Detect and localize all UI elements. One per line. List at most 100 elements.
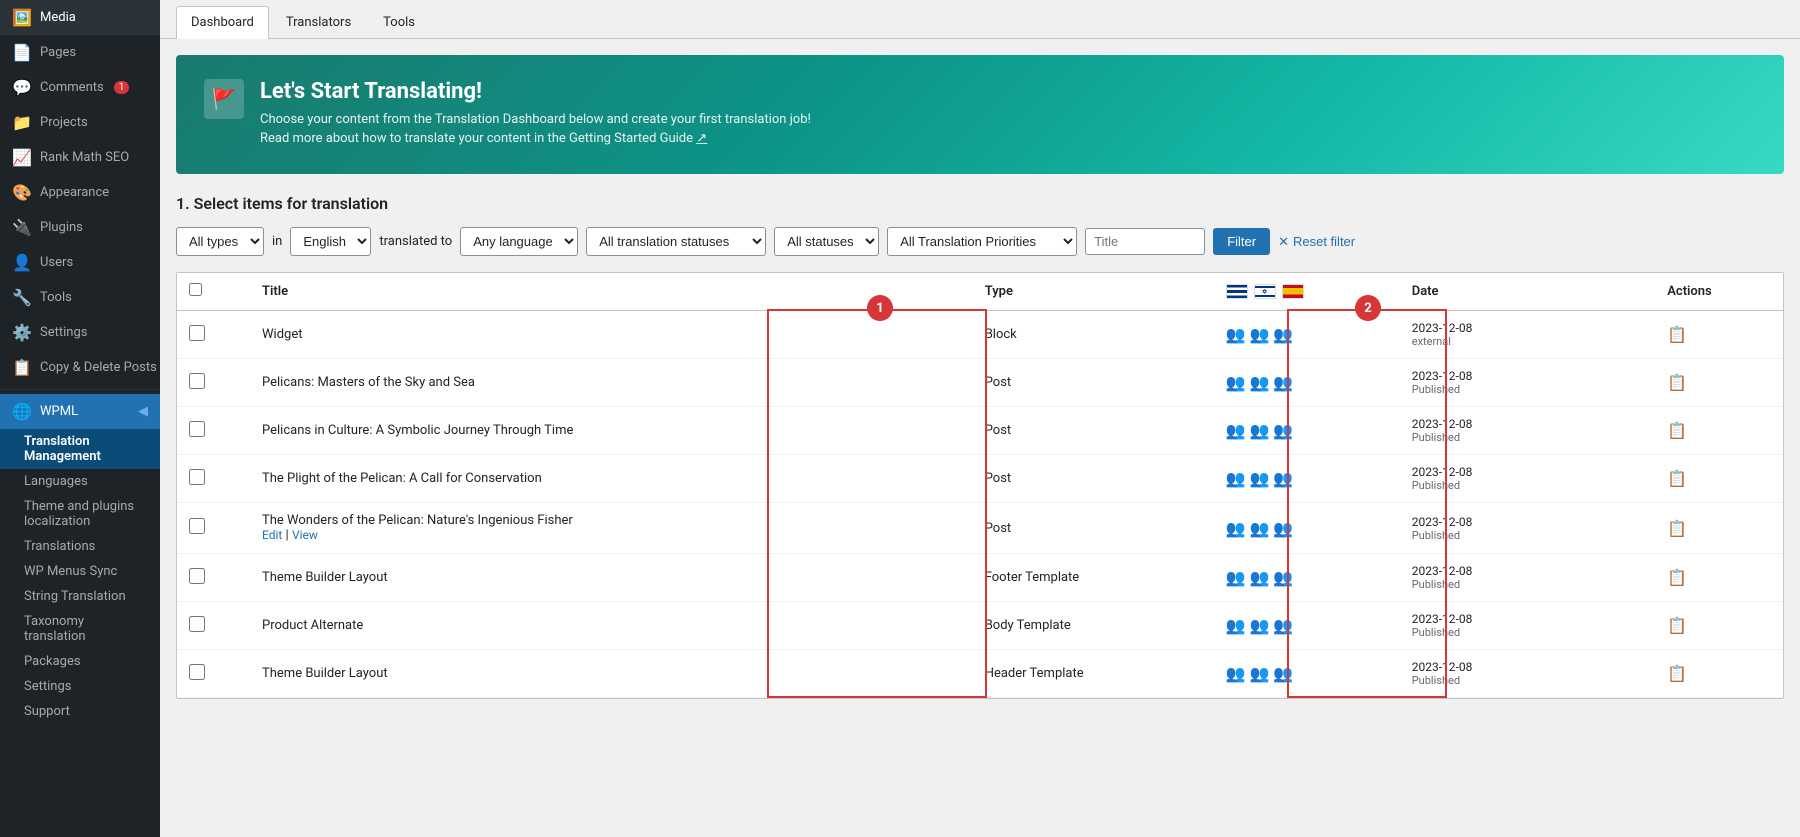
sidebar-item-tools[interactable]: 🔧 Tools xyxy=(0,280,160,315)
sidebar-sub-translations[interactable]: Translations xyxy=(0,534,160,559)
sidebar-item-appearance[interactable]: 🎨 Appearance xyxy=(0,175,160,210)
row-checkbox-4[interactable] xyxy=(189,518,205,534)
row-action-icon[interactable]: 📋 xyxy=(1667,519,1687,538)
tab-dashboard[interactable]: Dashboard xyxy=(176,6,269,39)
row-date: 2023-12-08 xyxy=(1412,465,1644,479)
translate-icon-he[interactable]: 👥 xyxy=(1250,325,1270,344)
row-action-icon[interactable]: 📋 xyxy=(1667,616,1687,635)
sidebar-item-pages[interactable]: 📄 Pages xyxy=(0,35,160,70)
sidebar-sub-languages[interactable]: Languages xyxy=(0,469,160,494)
row-checkbox-cell xyxy=(177,359,250,407)
banner-title: Let's Start Translating! xyxy=(260,79,811,104)
filter-any-language-select[interactable]: Any language xyxy=(460,227,578,256)
translate-icon-el[interactable]: 👥 xyxy=(1226,664,1246,683)
translate-icon-es[interactable]: 👥 xyxy=(1273,664,1293,683)
translate-icon-he[interactable]: 👥 xyxy=(1250,616,1270,635)
row-action-icon[interactable]: 📋 xyxy=(1667,469,1687,488)
sidebar-sub-support[interactable]: Support xyxy=(0,699,160,724)
translate-icon-el[interactable]: 👥 xyxy=(1226,421,1246,440)
sidebar-item-plugins[interactable]: 🔌 Plugins xyxy=(0,210,160,245)
translate-icon-es[interactable]: 👥 xyxy=(1273,373,1293,392)
row-actions-cell: 📋 xyxy=(1655,503,1783,554)
row-checkbox-7[interactable] xyxy=(189,664,205,680)
select-all-checkbox[interactable] xyxy=(189,283,202,296)
translate-icon-es[interactable]: 👥 xyxy=(1273,616,1293,635)
sidebar-item-media[interactable]: 🖼️ Media xyxy=(0,0,160,35)
reset-filter-button[interactable]: ✕ Reset filter xyxy=(1278,234,1355,250)
row-action-icon[interactable]: 📋 xyxy=(1667,421,1687,440)
translate-icon-he[interactable]: 👥 xyxy=(1250,664,1270,683)
row-date-cell: 2023-12-08 Published xyxy=(1400,554,1656,602)
sidebar-item-settings[interactable]: ⚙️ Settings xyxy=(0,315,160,350)
sidebar-sub-packages[interactable]: Packages xyxy=(0,649,160,674)
translate-icon-he[interactable]: 👥 xyxy=(1250,421,1270,440)
row-action-icon[interactable]: 📋 xyxy=(1667,568,1687,587)
row-status: Published xyxy=(1412,626,1644,639)
banner-link[interactable]: ↗ xyxy=(696,131,707,146)
translate-icon-es[interactable]: 👥 xyxy=(1273,519,1293,538)
row-checkbox-5[interactable] xyxy=(189,568,205,584)
row-checkbox-6[interactable] xyxy=(189,616,205,632)
row-checkbox-1[interactable] xyxy=(189,373,205,389)
sidebar-label-settings: Settings xyxy=(40,325,87,340)
filter-types-select[interactable]: All types xyxy=(176,227,264,256)
tab-tools[interactable]: Tools xyxy=(368,6,430,38)
row-action-icon[interactable]: 📋 xyxy=(1667,664,1687,683)
sidebar-item-comments[interactable]: 💬 Comments 1 xyxy=(0,70,160,105)
translate-icon-he[interactable]: 👥 xyxy=(1250,373,1270,392)
sidebar-label-plugins: Plugins xyxy=(40,220,83,235)
wpml-icon: 🌐 xyxy=(12,402,32,421)
filter-bar: All types in English translated to Any l… xyxy=(176,227,1784,256)
translate-icon-he[interactable]: 👥 xyxy=(1250,469,1270,488)
filter-translation-statuses-select[interactable]: All translation statuses xyxy=(586,227,766,256)
filter-language-select[interactable]: English xyxy=(290,227,371,256)
row-checkbox-3[interactable] xyxy=(189,469,205,485)
tab-translators[interactable]: Translators xyxy=(271,6,366,38)
filter-title-input[interactable] xyxy=(1085,228,1205,255)
translate-icon-el[interactable]: 👥 xyxy=(1226,469,1246,488)
row-title: Product Alternate xyxy=(262,618,363,633)
translate-icon-es[interactable]: 👥 xyxy=(1273,325,1293,344)
translate-icon-es[interactable]: 👥 xyxy=(1273,469,1293,488)
flag-el-header xyxy=(1226,284,1248,299)
view-link[interactable]: View xyxy=(292,528,318,542)
filter-button[interactable]: Filter xyxy=(1213,228,1270,255)
row-action-icon[interactable]: 📋 xyxy=(1667,325,1687,344)
translate-icon-he[interactable]: 👥 xyxy=(1250,519,1270,538)
filter-priorities-select[interactable]: All Translation Priorities xyxy=(887,227,1077,256)
row-status: Published xyxy=(1412,479,1644,492)
sidebar-item-rank-math-seo[interactable]: 📈 Rank Math SEO xyxy=(0,140,160,175)
translate-icon-el[interactable]: 👥 xyxy=(1226,568,1246,587)
sidebar-item-wpml[interactable]: 🌐 WPML ◀ xyxy=(0,394,160,429)
row-status: Published xyxy=(1412,529,1644,542)
translate-icon-el[interactable]: 👥 xyxy=(1226,325,1246,344)
row-checkbox-2[interactable] xyxy=(189,421,205,437)
sidebar-sub-settings-wpml[interactable]: Settings xyxy=(0,674,160,699)
sidebar-item-projects[interactable]: 📁 Projects xyxy=(0,105,160,140)
sidebar-sub-translation-management[interactable]: Translation Management xyxy=(0,429,160,469)
content-area: 🚩 Let's Start Translating! Choose your c… xyxy=(160,39,1800,837)
filter-statuses-select[interactable]: All statuses xyxy=(774,227,879,256)
settings-icon: ⚙️ xyxy=(12,323,32,342)
translate-icon-el[interactable]: 👥 xyxy=(1226,373,1246,392)
translate-icon-el[interactable]: 👥 xyxy=(1226,616,1246,635)
sidebar-item-copy-delete[interactable]: 📋 Copy & Delete Posts xyxy=(0,350,160,385)
row-checkbox-cell xyxy=(177,407,250,455)
sidebar-item-users[interactable]: 👤 Users xyxy=(0,245,160,280)
row-type: Body Template xyxy=(985,618,1071,633)
sidebar-sub-taxonomy-translation[interactable]: Taxonomy translation xyxy=(0,609,160,649)
translate-icon-he[interactable]: 👥 xyxy=(1250,568,1270,587)
tabs-bar: Dashboard Translators Tools xyxy=(160,0,1800,39)
sidebar-divider xyxy=(0,389,160,390)
edit-link[interactable]: Edit xyxy=(262,528,282,542)
translate-icon-el[interactable]: 👥 xyxy=(1226,519,1246,538)
sidebar-sub-theme-plugins[interactable]: Theme and plugins localization xyxy=(0,494,160,534)
flag-icon: 🚩 xyxy=(212,87,237,111)
sidebar-sub-wp-menus-sync[interactable]: WP Menus Sync xyxy=(0,559,160,584)
row-action-icon[interactable]: 📋 xyxy=(1667,373,1687,392)
row-checkbox-0[interactable] xyxy=(189,325,205,341)
translate-icon-es[interactable]: 👥 xyxy=(1273,568,1293,587)
translate-icon-es[interactable]: 👥 xyxy=(1273,421,1293,440)
sidebar-sub-string-translation[interactable]: String Translation xyxy=(0,584,160,609)
row-title: Pelicans: Masters of the Sky and Sea xyxy=(262,375,475,390)
